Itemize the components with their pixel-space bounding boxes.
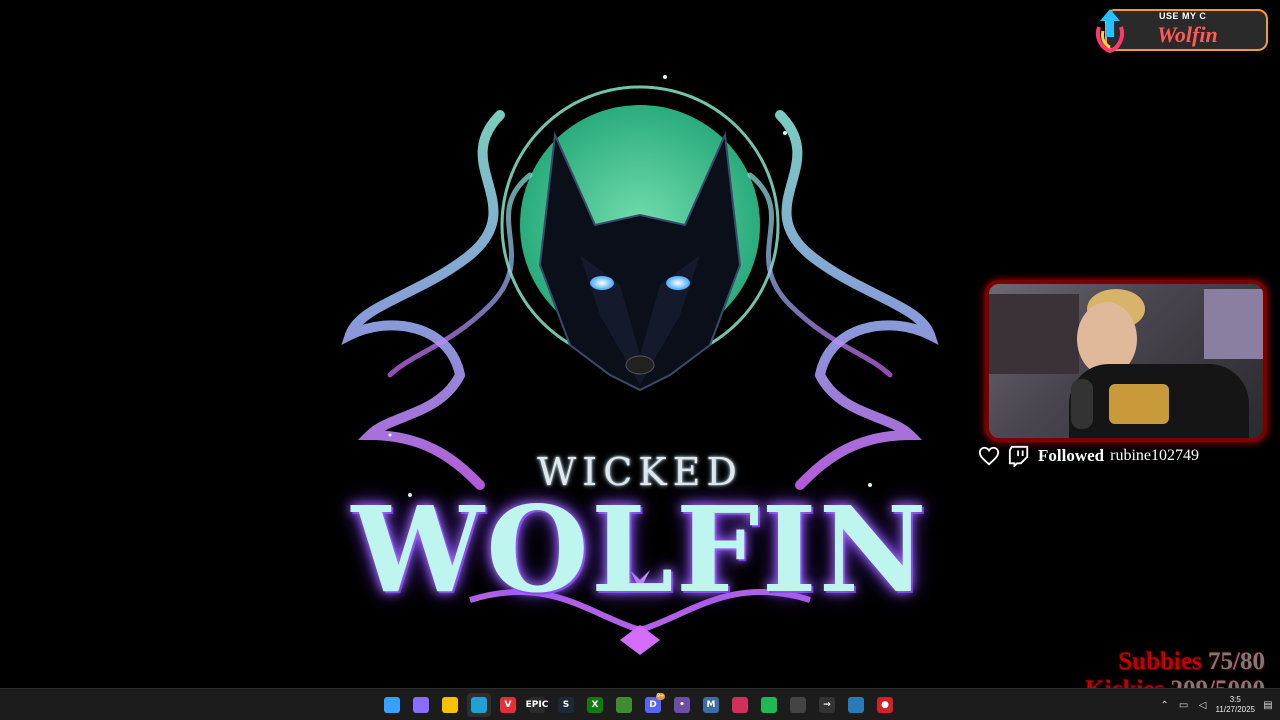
shirt-print [1109,384,1169,424]
clock-time: 3:5 [1229,695,1241,704]
badge-code-name: Wolfin [1157,22,1218,47]
goal-value: 75/80 [1208,648,1265,675]
goal-label: Subbies [1118,648,1202,675]
steam-icon: S [558,697,574,713]
obs-icon: ● [877,697,893,713]
microphone [1071,379,1093,429]
taskbar-app-epic-games[interactable]: EPIC [525,693,549,717]
webcam-overlay [985,280,1267,442]
clock[interactable]: 3:5 11/27/2025 [1216,695,1255,715]
chevron-up-icon[interactable]: ⌃ [1159,699,1171,711]
creator-code-badge: USE MY C Wolfin [1093,5,1270,53]
copilot-icon [413,697,429,713]
taskbar-app-photos[interactable] [844,693,868,717]
taskbar-app-pin[interactable] [728,693,752,717]
taskbar: V EPIC S X D 9+ • M → ● ⌃ ▭ ◁ 3:5 11/27/2025 ▤ [0,688,1280,720]
pin-icon [732,697,748,713]
notes-icon [442,697,458,713]
taskbar-app-arrow-app[interactable]: → [815,693,839,717]
volume-icon[interactable]: ◁ [1197,699,1209,711]
taskbar-app-vivaldi[interactable]: V [496,693,520,717]
xbox-icon: X [587,697,603,713]
taskbar-app-chat[interactable]: • [670,693,694,717]
network-icon[interactable]: ▭ [1178,699,1190,711]
taskbar-app-obs[interactable]: ● [873,693,897,717]
badge-caption: USE MY C [1159,11,1207,21]
background-poster [1204,289,1263,359]
edge-icon [471,697,487,713]
taskbar-app-davinci[interactable] [786,693,810,717]
follower-username: rubine102749 [1110,447,1199,464]
taskbar-app-notes[interactable] [438,693,462,717]
follow-status-label: Followed [1038,446,1105,465]
davinci-icon [790,697,806,713]
follow-alert: Followed rubine102749 [978,443,1199,469]
taskbar-app-copilot[interactable] [409,693,433,717]
taskbar-app-minecraft[interactable] [612,693,636,717]
vivaldi-icon: V [500,697,516,713]
mixer-icon: M [703,697,719,713]
arrow-app-icon: → [819,697,835,713]
photos-icon [848,697,864,713]
heart-icon [978,446,1000,466]
brand-arrow-icon [1096,9,1124,53]
system-tray: ⌃ ▭ ◁ 3:5 11/27/2025 ▤ [1159,691,1274,719]
taskbar-app-mixer[interactable]: M [699,693,723,717]
minecraft-icon [616,697,632,713]
discord-badge: 9+ [656,693,665,700]
clock-date: 11/27/2025 [1215,705,1255,714]
taskbar-app-edge[interactable] [467,693,491,717]
taskbar-app-spotify[interactable] [757,693,781,717]
twitch-icon [1008,445,1029,467]
chat-icon: • [674,697,690,713]
taskbar-apps: V EPIC S X D 9+ • M → ● [380,693,897,717]
logo-wolfin-text: WOLFIN [351,480,929,619]
background-shelf [989,294,1079,374]
spotify-icon [761,697,777,713]
start-icon [384,697,400,713]
taskbar-app-steam[interactable]: S [554,693,578,717]
goal-subbies: Subbies 75/80 [985,648,1265,676]
notification-icon[interactable]: ▤ [1262,699,1274,711]
taskbar-app-start[interactable] [380,693,404,717]
taskbar-app-discord[interactable]: D 9+ [641,693,665,717]
logo-text-group: WICKED WOLFIN [330,55,950,655]
taskbar-app-xbox[interactable]: X [583,693,607,717]
epic-games-icon: EPIC [526,697,548,713]
